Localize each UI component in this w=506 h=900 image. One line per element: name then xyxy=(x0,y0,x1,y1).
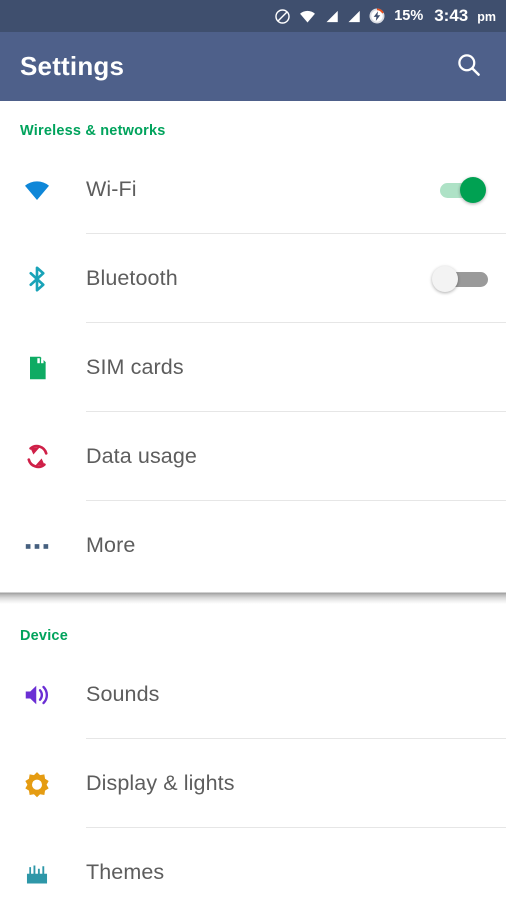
settings-row-display-lights[interactable]: Display & lights xyxy=(0,739,506,828)
settings-row-label-sim-cards: SIM cards xyxy=(86,355,184,379)
signal-bars-icon xyxy=(324,9,339,24)
wifi-toggle[interactable] xyxy=(432,176,486,204)
wifi-icon xyxy=(298,8,317,25)
search-icon xyxy=(455,51,482,83)
battery-percent-label: 15% xyxy=(394,8,424,24)
search-button[interactable] xyxy=(448,47,488,87)
settings-row-data-usage[interactable]: Data usage xyxy=(0,412,506,501)
sim-card-icon xyxy=(20,351,54,385)
do-not-disturb-icon xyxy=(274,8,291,25)
app-toolbar: Settings xyxy=(0,32,506,101)
settings-list: Wireless & networks Wi-Fi Bluetooth SIM … xyxy=(0,101,506,900)
bluetooth-toggle-thumb xyxy=(432,265,458,292)
themes-icon xyxy=(20,856,54,890)
bluetooth-toggle[interactable] xyxy=(432,265,488,293)
settings-row-sim-cards[interactable]: SIM cards xyxy=(0,323,506,412)
settings-row-more[interactable]: More xyxy=(0,501,506,590)
section-header-device: Device xyxy=(20,628,68,644)
settings-row-bluetooth[interactable]: Bluetooth xyxy=(0,234,506,323)
settings-row-label-wifi: Wi-Fi xyxy=(86,177,137,201)
settings-row-label-bluetooth: Bluetooth xyxy=(86,266,178,290)
wifi-icon xyxy=(20,173,54,207)
section-header-wireless-networks: Wireless & networks xyxy=(20,123,166,139)
settings-row-label-display-lights: Display & lights xyxy=(86,771,235,795)
data-usage-icon xyxy=(20,440,54,474)
section-device: Device Sounds Display & lights Themes xyxy=(0,604,506,900)
sun-gear-icon xyxy=(20,767,54,801)
signal-bars-2-icon xyxy=(346,9,361,24)
settings-row-label-more: More xyxy=(86,533,136,557)
settings-row-sounds[interactable]: Sounds xyxy=(0,650,506,739)
status-bar: 15% 3:43 pm xyxy=(0,0,506,32)
settings-row-themes[interactable]: Themes xyxy=(0,828,506,900)
settings-row-wifi[interactable]: Wi-Fi xyxy=(0,145,506,234)
settings-screen: 15% 3:43 pm Settings Wireless & networks xyxy=(0,0,506,900)
settings-row-label-data-usage: Data usage xyxy=(86,444,197,468)
toolbar-actions xyxy=(448,47,488,87)
wifi-toggle-thumb xyxy=(460,176,486,203)
volume-icon xyxy=(20,678,54,712)
section-wireless-networks: Wireless & networks Wi-Fi Bluetooth SIM … xyxy=(0,101,506,590)
settings-row-label-sounds: Sounds xyxy=(86,682,160,706)
page-title: Settings xyxy=(20,51,125,81)
more-dots-icon xyxy=(20,529,54,563)
bluetooth-icon xyxy=(20,262,54,296)
clock-period-label: pm xyxy=(477,10,496,24)
section-separator xyxy=(0,590,506,604)
settings-row-label-themes: Themes xyxy=(86,860,165,884)
battery-charging-icon xyxy=(368,7,386,25)
clock-label: 3:43 xyxy=(434,6,469,25)
